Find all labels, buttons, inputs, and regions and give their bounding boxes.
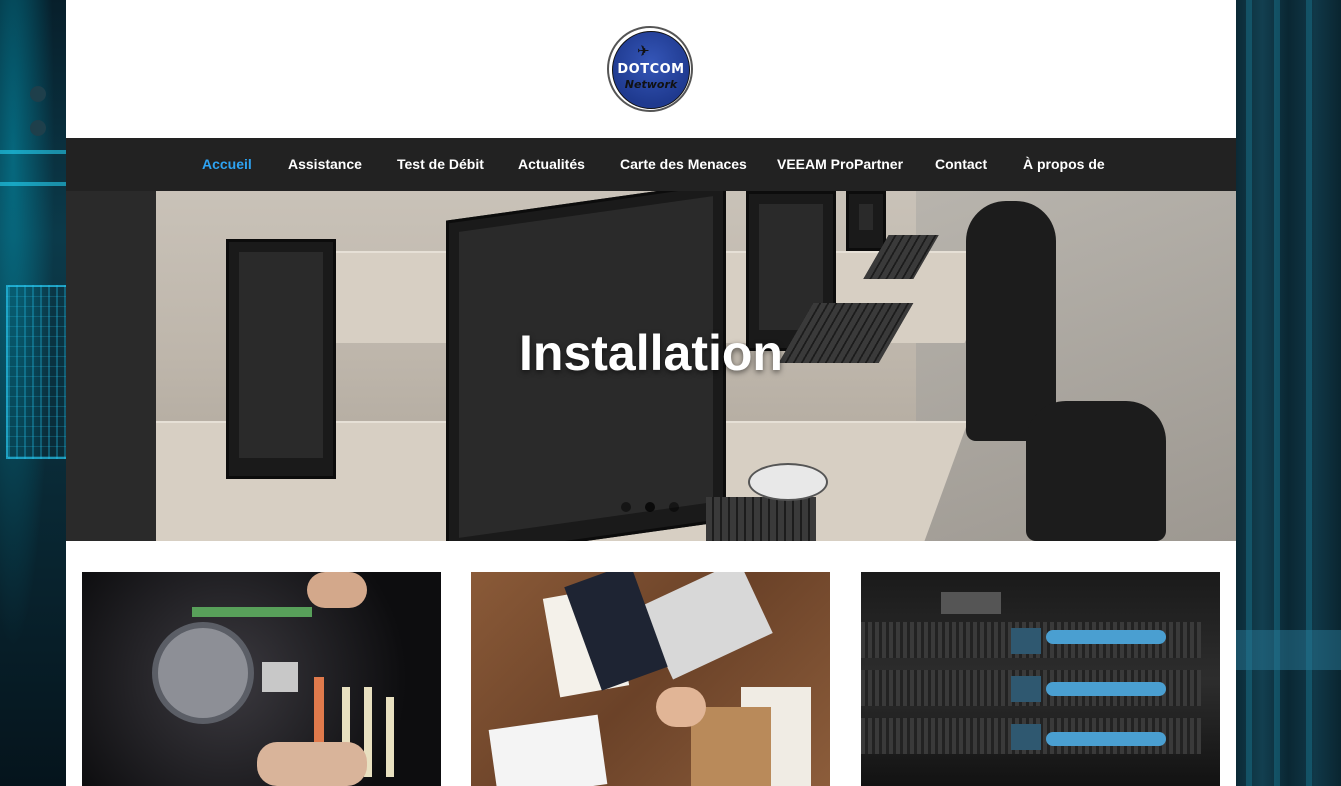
slider-dot-3[interactable]	[669, 502, 679, 512]
blue-cable	[1046, 630, 1166, 644]
card-motherboard-image[interactable]	[82, 572, 441, 786]
main-navigation: Accueil Assistance Test de Débit Actuali…	[66, 138, 1236, 191]
blue-cable	[1046, 732, 1166, 746]
server-port	[1011, 628, 1041, 654]
nav-list: Accueil Assistance Test de Débit Actuali…	[66, 138, 1236, 191]
folder	[691, 707, 771, 786]
site-logo[interactable]: ✈ DOTCOM Network	[607, 26, 693, 112]
rack-glow	[1236, 630, 1341, 670]
slider-pagination	[621, 502, 681, 514]
server-port	[1011, 676, 1041, 702]
card-server-image[interactable]	[861, 572, 1220, 786]
logo-emblem: ✈ DOTCOM Network	[612, 31, 690, 109]
slider-dot-2[interactable]	[645, 502, 655, 512]
nav-item-a-propos-de[interactable]: À propos de	[1023, 156, 1105, 172]
hero-chair	[966, 201, 1056, 441]
led-light	[30, 86, 46, 102]
light-bar	[0, 182, 66, 186]
nav-item-veeam-propartner[interactable]: VEEAM ProPartner	[777, 156, 903, 172]
ram-slot	[192, 607, 312, 617]
cpu-cooler	[152, 622, 254, 724]
hero-slider[interactable]: Installation	[66, 191, 1236, 541]
feature-cards	[66, 541, 1236, 786]
page-container: ✈ DOTCOM Network Accueil Assistance Test…	[66, 0, 1236, 786]
light-bar	[0, 150, 66, 154]
hero-keyboard	[706, 497, 816, 541]
monitor-panel	[6, 285, 66, 459]
slider-dot-1[interactable]	[621, 502, 631, 512]
nav-item-carte-des-menaces[interactable]: Carte des Menaces	[620, 156, 747, 172]
nav-item-contact[interactable]: Contact	[935, 156, 987, 172]
nav-item-test-de-debit[interactable]: Test de Débit	[397, 156, 484, 172]
server-port	[1011, 724, 1041, 750]
hero-mouse	[748, 463, 828, 501]
hero-title: Installation	[519, 325, 783, 381]
hero-chair	[1026, 401, 1166, 541]
left-background-image	[0, 0, 66, 786]
logo-subtitle: Network	[624, 78, 678, 91]
right-background-image	[1236, 0, 1341, 786]
nav-item-accueil[interactable]: Accueil	[202, 156, 252, 172]
nav-item-actualites[interactable]: Actualités	[518, 156, 585, 172]
hand	[257, 742, 367, 786]
hand	[307, 572, 367, 608]
hero-monitor	[846, 191, 886, 251]
server-device	[941, 592, 1001, 614]
led-light	[30, 120, 46, 136]
blue-cable	[1046, 682, 1166, 696]
nav-item-assistance[interactable]: Assistance	[288, 156, 362, 172]
airplane-logo-icon: ✈	[637, 43, 650, 60]
header: ✈ DOTCOM Network	[66, 0, 1236, 138]
card-business-image[interactable]	[471, 572, 830, 786]
chip	[262, 662, 298, 692]
pci-slot	[386, 697, 394, 777]
logo-title: DOTCOM	[617, 62, 685, 77]
document	[488, 714, 608, 786]
handshake	[656, 687, 706, 727]
